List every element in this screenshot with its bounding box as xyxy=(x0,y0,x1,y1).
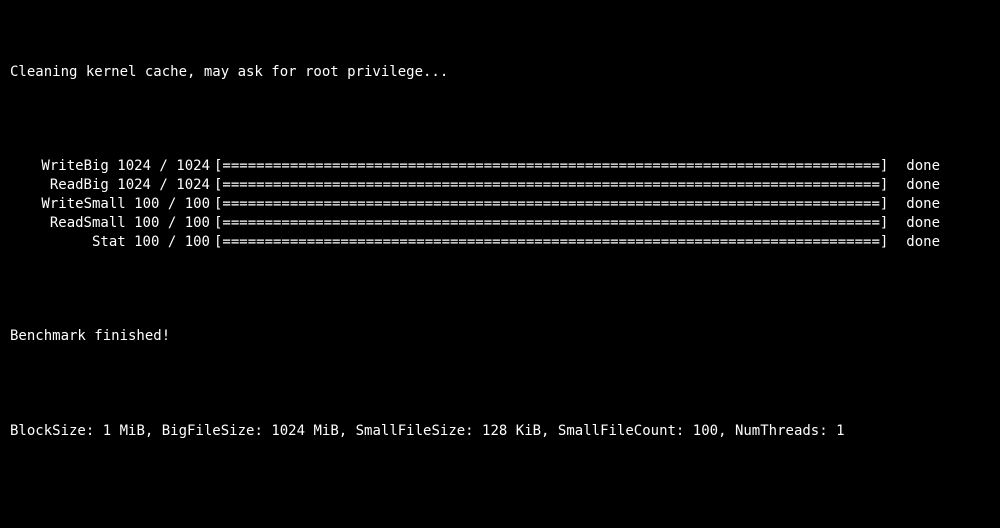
param-value: 1 xyxy=(836,423,844,439)
progress-status: done xyxy=(888,214,940,233)
progress-label: WriteBig 1024 / 1024 xyxy=(10,157,214,176)
progress-bar: [=======================================… xyxy=(214,176,888,195)
param-key: SmallFileCount: xyxy=(558,423,693,439)
param-value: 1024 xyxy=(271,423,305,439)
param-unit: MiB, xyxy=(111,423,162,439)
progress-bar: [=======================================… xyxy=(214,233,888,252)
progress-bar: [=======================================… xyxy=(214,195,888,214)
progress-status: done xyxy=(888,157,940,176)
progress-label: ReadSmall 100 / 100 xyxy=(10,214,214,233)
progress-status: done xyxy=(888,233,940,252)
param-key: BlockSize: xyxy=(10,423,103,439)
param-value: 100 xyxy=(693,423,718,439)
param-unit: MiB, xyxy=(305,423,356,439)
progress-label: ReadBig 1024 / 1024 xyxy=(10,176,214,195)
param-key: BigFileSize: xyxy=(162,423,272,439)
param-unit: KiB, xyxy=(507,423,558,439)
progress-row: ReadSmall 100 / 100[====================… xyxy=(10,214,990,233)
progress-row: WriteSmall 100 / 100[===================… xyxy=(10,195,990,214)
cleaning-line: Cleaning kernel cache, may ask for root … xyxy=(10,63,990,82)
finished-line: Benchmark finished! xyxy=(10,327,990,346)
param-unit: , xyxy=(718,423,735,439)
progress-row: ReadBig 1024 / 1024[====================… xyxy=(10,176,990,195)
progress-row: WriteBig 1024 / 1024[===================… xyxy=(10,157,990,176)
time-used-line: Time used: 7.3 s, CPU: 76.1%, Memory: 10… xyxy=(10,516,990,528)
param-value: 128 xyxy=(482,423,507,439)
param-key: SmallFileSize: xyxy=(356,423,482,439)
params-line: BlockSize: 1 MiB, BigFileSize: 1024 MiB,… xyxy=(10,422,990,441)
progress-section: WriteBig 1024 / 1024[===================… xyxy=(10,157,990,251)
progress-status: done xyxy=(888,176,940,195)
progress-label: Stat 100 / 100 xyxy=(10,233,214,252)
terminal-output: Cleaning kernel cache, may ask for root … xyxy=(0,0,1000,528)
progress-bar: [=======================================… xyxy=(214,214,888,233)
progress-row: Stat 100 / 100[=========================… xyxy=(10,233,990,252)
param-value: 1 xyxy=(103,423,111,439)
param-key: NumThreads: xyxy=(735,423,836,439)
progress-status: done xyxy=(888,195,940,214)
progress-bar: [=======================================… xyxy=(214,157,888,176)
progress-label: WriteSmall 100 / 100 xyxy=(10,195,214,214)
